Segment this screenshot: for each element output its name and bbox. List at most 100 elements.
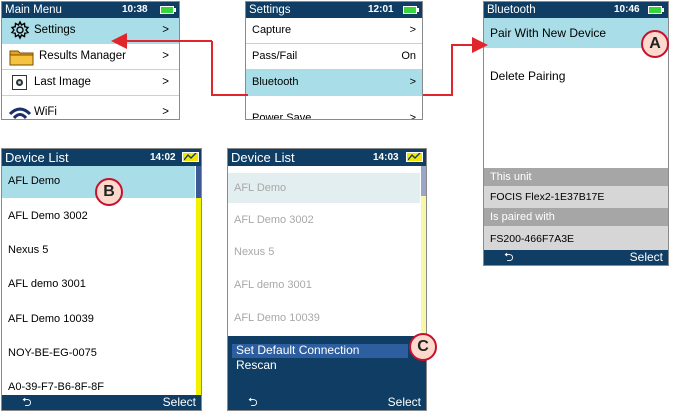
battery-icon: [403, 6, 419, 14]
bottom-bar: ⮌ Select: [2, 395, 201, 410]
menu-item-results-manager[interactable]: Results Manager >: [2, 44, 179, 69]
menu-item-label: Power Save: [252, 112, 312, 120]
arrow-bluetooth-to-pair: [423, 37, 488, 96]
device-row[interactable]: AFL Demo 10039: [228, 303, 420, 333]
paired-with-header: Is paired with: [484, 208, 668, 226]
device-row[interactable]: AFL Demo: [228, 173, 420, 203]
device-name: AFL Demo 10039: [8, 313, 94, 325]
device-row[interactable]: AFL Demo 3002: [2, 201, 195, 233]
chevron-right-icon: >: [162, 106, 169, 118]
menu-item-wifi[interactable]: WiFi >: [2, 96, 179, 119]
clock: 10:46: [614, 4, 640, 15]
device-name: Nexus 5: [234, 246, 275, 258]
screen-title: Device List: [231, 150, 295, 165]
menu-item-label: Capture: [252, 24, 292, 36]
main-menu-screen: Main Menu 10:38 Settings > Results Manag…: [1, 1, 180, 120]
paired-with-value-box: FS200-466F7A3E: [484, 226, 668, 252]
device-name: A0-39-F7-B6-8F-8F: [8, 381, 104, 393]
menu-item-label: Results Manager: [39, 50, 126, 62]
scrollbar-thumb[interactable]: [421, 166, 426, 196]
select-button[interactable]: Select: [630, 250, 663, 265]
status-bar: Device List 14:02: [2, 149, 201, 166]
callout-a: A: [641, 30, 669, 58]
clock: 14:03: [373, 152, 399, 163]
select-button[interactable]: Select: [163, 395, 196, 410]
scrollbar-track[interactable]: [196, 166, 201, 397]
device-row[interactable]: NOY-BE-EG-0075: [2, 338, 195, 370]
popup-menu: Set Default Connection Rescan: [228, 336, 426, 397]
callout-b: B: [95, 178, 123, 206]
select-button[interactable]: Select: [388, 395, 421, 410]
device-row[interactable]: A0-39-F7-B6-8F-8F: [2, 372, 195, 396]
menu-item-label: Bluetooth: [252, 76, 299, 88]
clock: 14:02: [150, 152, 176, 163]
back-icon[interactable]: ⮌: [22, 395, 32, 410]
device-row[interactable]: Nexus 5: [2, 235, 195, 267]
clock: 12:01: [368, 4, 394, 15]
device-name: AFL demo 3001: [8, 278, 86, 290]
paired-with-value: FS200-466F7A3E: [490, 233, 575, 245]
wifi-icon: [8, 104, 32, 119]
menu-item-settings[interactable]: Settings >: [2, 18, 179, 43]
menu-item-label: WiFi: [34, 106, 57, 118]
menu-item-label: Pass/Fail: [252, 50, 298, 62]
popup-item-set-default[interactable]: Set Default Connection: [232, 343, 408, 358]
paired-with-label: Is paired with: [490, 211, 555, 223]
device-name: AFL Demo 10039: [234, 312, 320, 324]
callout-c: C: [409, 333, 437, 361]
device-row[interactable]: AFL Demo 10039: [2, 304, 195, 336]
bottom-bar: ⮌ Select: [484, 250, 668, 265]
menu-item-pass-fail[interactable]: Pass/Fail On: [246, 44, 422, 69]
chevron-right-icon: >: [162, 24, 169, 36]
this-unit-header: This unit: [484, 168, 668, 186]
chevron-right-icon: >: [162, 76, 169, 88]
device-name: AFL Demo: [234, 182, 287, 194]
menu-item-capture[interactable]: Capture >: [246, 18, 422, 43]
device-name: AFL Demo 3002: [234, 214, 314, 226]
screen-title: Device List: [5, 150, 69, 165]
this-unit-label: This unit: [490, 171, 532, 183]
popup-item-label: Set Default Connection: [236, 343, 360, 357]
menu-item-label: Last Image: [34, 76, 91, 88]
device-row[interactable]: AFL demo 3001: [228, 270, 420, 300]
settings-screen: Settings 12:01 Capture > Pass/Fail On Bl…: [245, 1, 423, 120]
clock: 10:38: [122, 4, 148, 15]
device-name: Nexus 5: [8, 244, 49, 256]
battery-icon: [182, 152, 199, 162]
toggle-value: On: [401, 50, 416, 62]
menu-item-label: Pair With New Device: [490, 26, 607, 40]
scrollbar-thumb[interactable]: [196, 166, 201, 198]
chevron-right-icon: >: [409, 24, 416, 36]
screen-title: Main Menu: [5, 4, 62, 16]
menu-item-label: Delete Pairing: [490, 69, 566, 83]
screen-title: Bluetooth: [487, 4, 536, 16]
menu-item-bluetooth[interactable]: Bluetooth >: [246, 70, 422, 95]
status-bar: Device List 14:03: [228, 149, 426, 166]
menu-item-delete-pairing[interactable]: Delete Pairing: [484, 66, 668, 86]
device-name: NOY-BE-EG-0075: [8, 347, 97, 359]
device-row[interactable]: AFL Demo 3002: [228, 205, 420, 235]
status-bar: Bluetooth 10:46: [484, 2, 668, 18]
this-unit-value: FOCIS Flex2-1E37B17E: [490, 191, 605, 203]
battery-icon: [648, 6, 664, 14]
battery-icon: [160, 6, 176, 14]
this-unit-value-box: FOCIS Flex2-1E37B17E: [484, 186, 668, 208]
status-bar: Settings 12:01: [246, 2, 422, 18]
status-bar: Main Menu 10:38: [2, 2, 179, 18]
screen-title: Settings: [249, 4, 291, 16]
menu-item-label: Settings: [34, 24, 76, 36]
bottom-bar: ⮌ Select: [228, 395, 426, 410]
chevron-right-icon: >: [162, 50, 169, 62]
device-row[interactable]: Nexus 5: [228, 237, 420, 267]
back-icon[interactable]: ⮌: [248, 395, 258, 410]
battery-icon: [406, 152, 423, 162]
chevron-right-icon: >: [409, 112, 416, 120]
device-name: AFL Demo: [8, 175, 61, 187]
device-row[interactable]: AFL demo 3001: [2, 269, 195, 301]
popup-item-rescan[interactable]: Rescan: [232, 358, 408, 373]
menu-item-power-save[interactable]: Power Save >: [246, 96, 422, 120]
device-list-popup-screen: Device List 14:03 AFL Demo AFL Demo 3002…: [227, 148, 427, 411]
menu-item-last-image[interactable]: Last Image >: [2, 70, 179, 95]
back-icon[interactable]: ⮌: [504, 250, 514, 265]
device-name: AFL demo 3001: [234, 279, 312, 291]
